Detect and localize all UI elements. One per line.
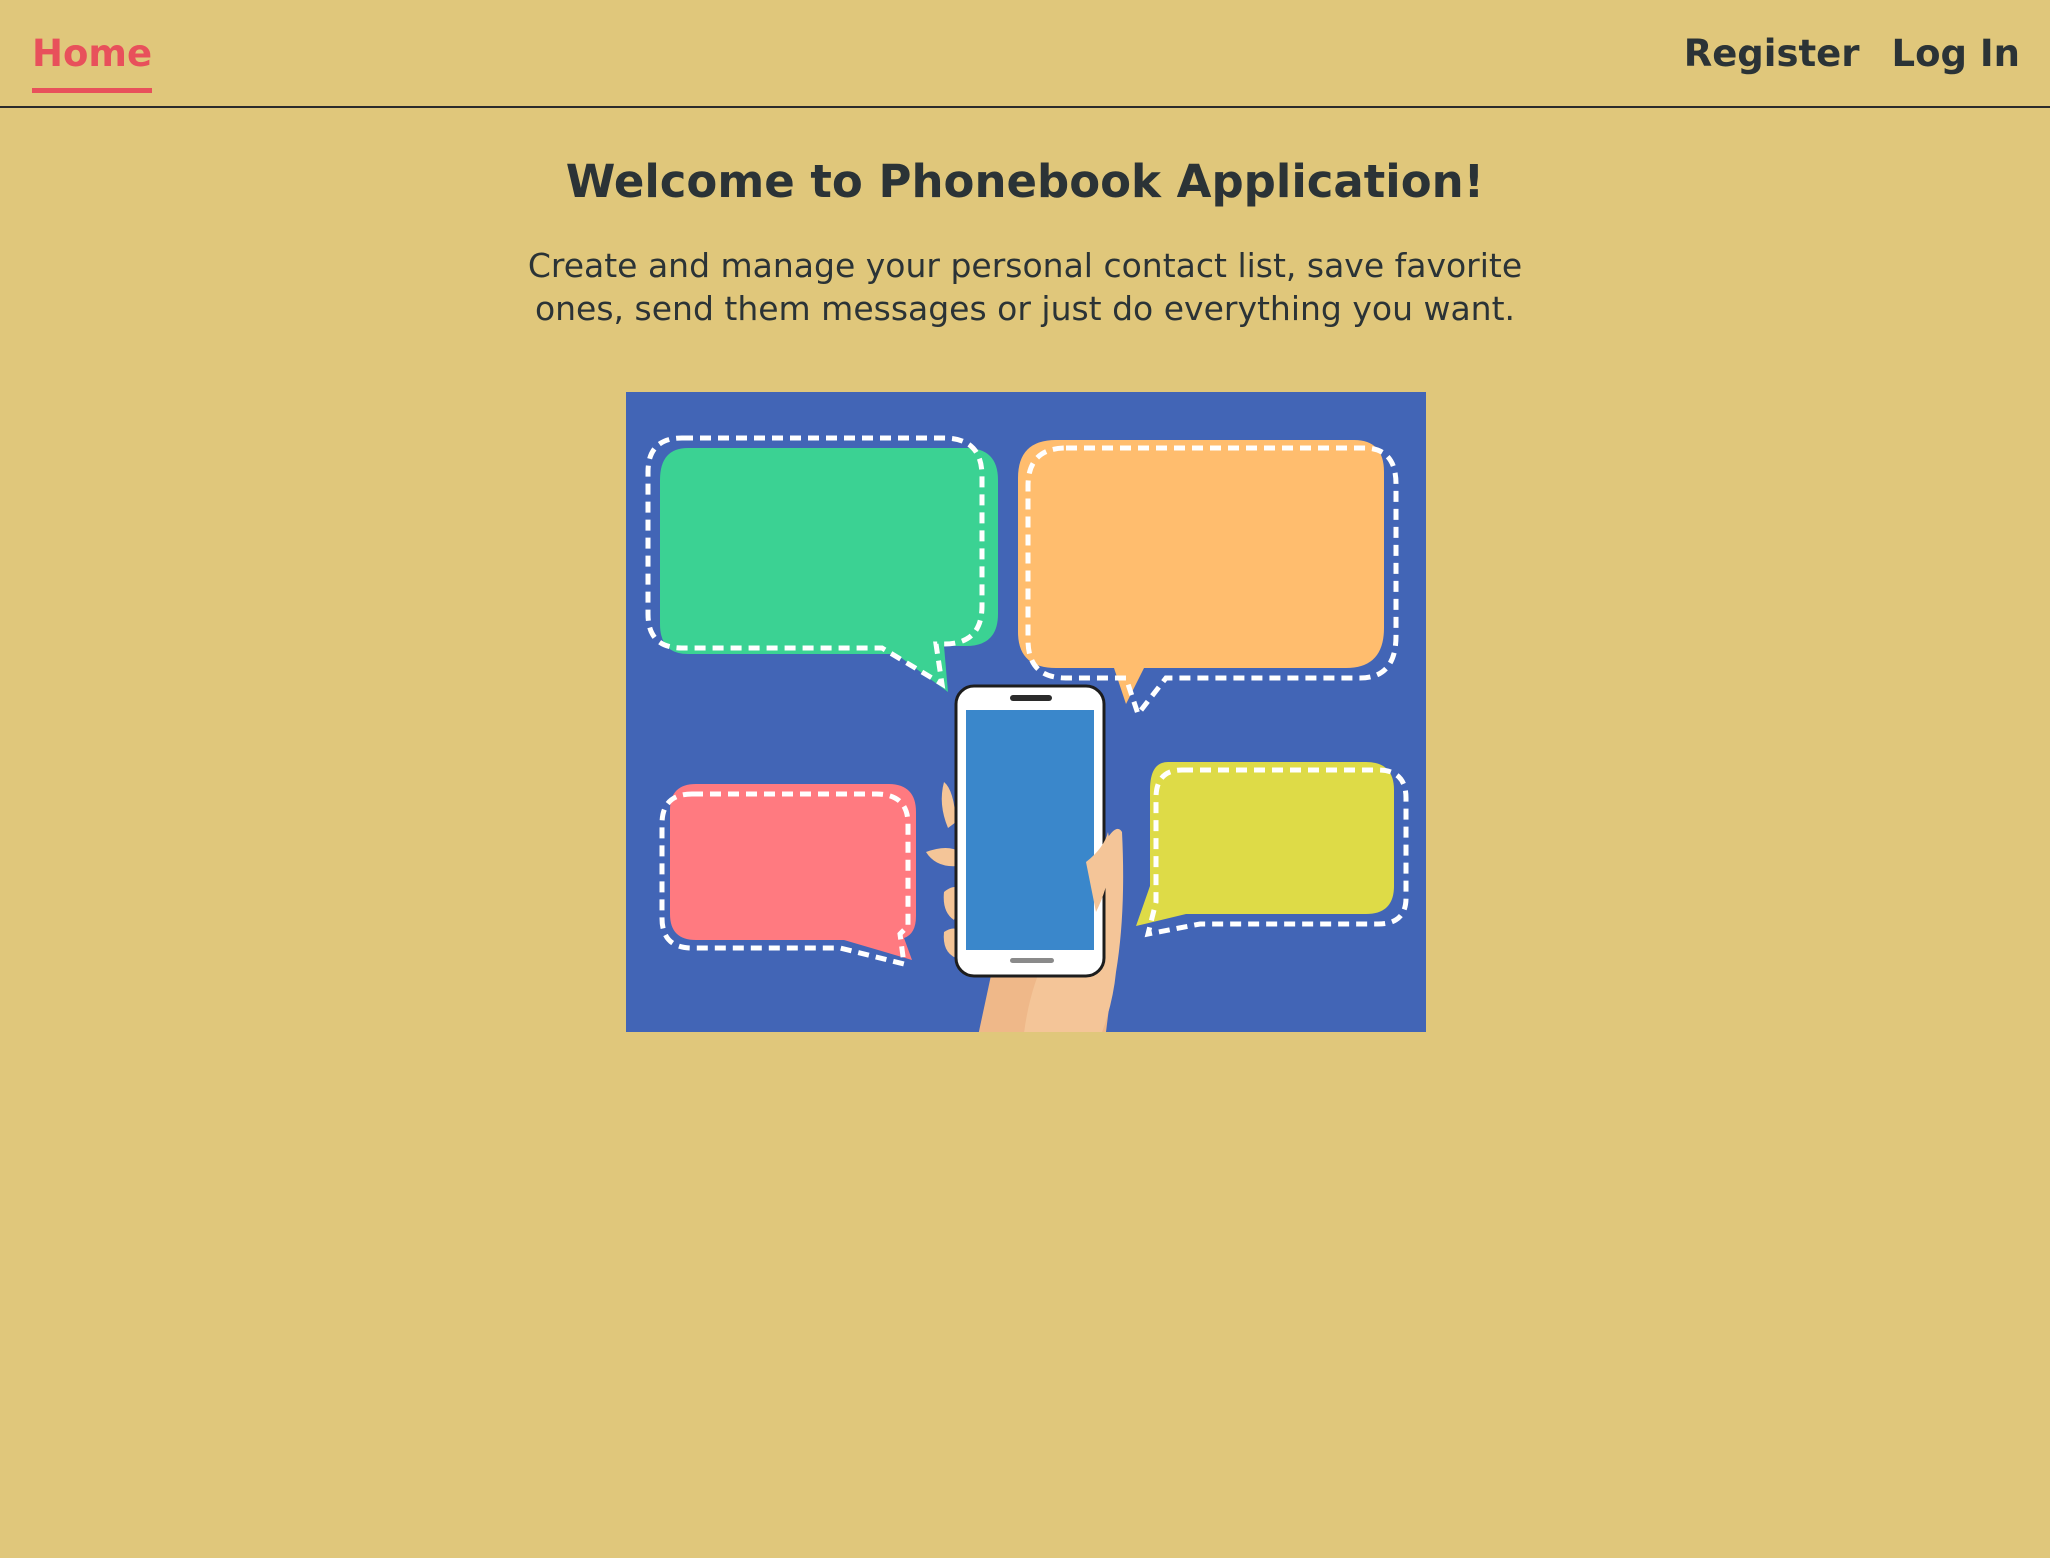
nav-auth-links: Register Log In xyxy=(1684,30,2020,78)
chat-bubble-pink xyxy=(659,784,916,968)
nav-home-link[interactable]: Home xyxy=(32,30,153,93)
phone-chat-illustration xyxy=(626,392,1426,1032)
nav-login-link[interactable]: Log In xyxy=(1892,30,2020,78)
smartphone xyxy=(954,684,1111,978)
chat-bubble-yellow xyxy=(1136,762,1409,938)
nav-register-link[interactable]: Register xyxy=(1684,30,1860,78)
page-title: Welcome to Phonebook Application! xyxy=(565,155,1485,208)
top-navbar: Home Register Log In xyxy=(0,0,2050,108)
page-subtitle: Create and manage your personal contact … xyxy=(527,246,1523,328)
